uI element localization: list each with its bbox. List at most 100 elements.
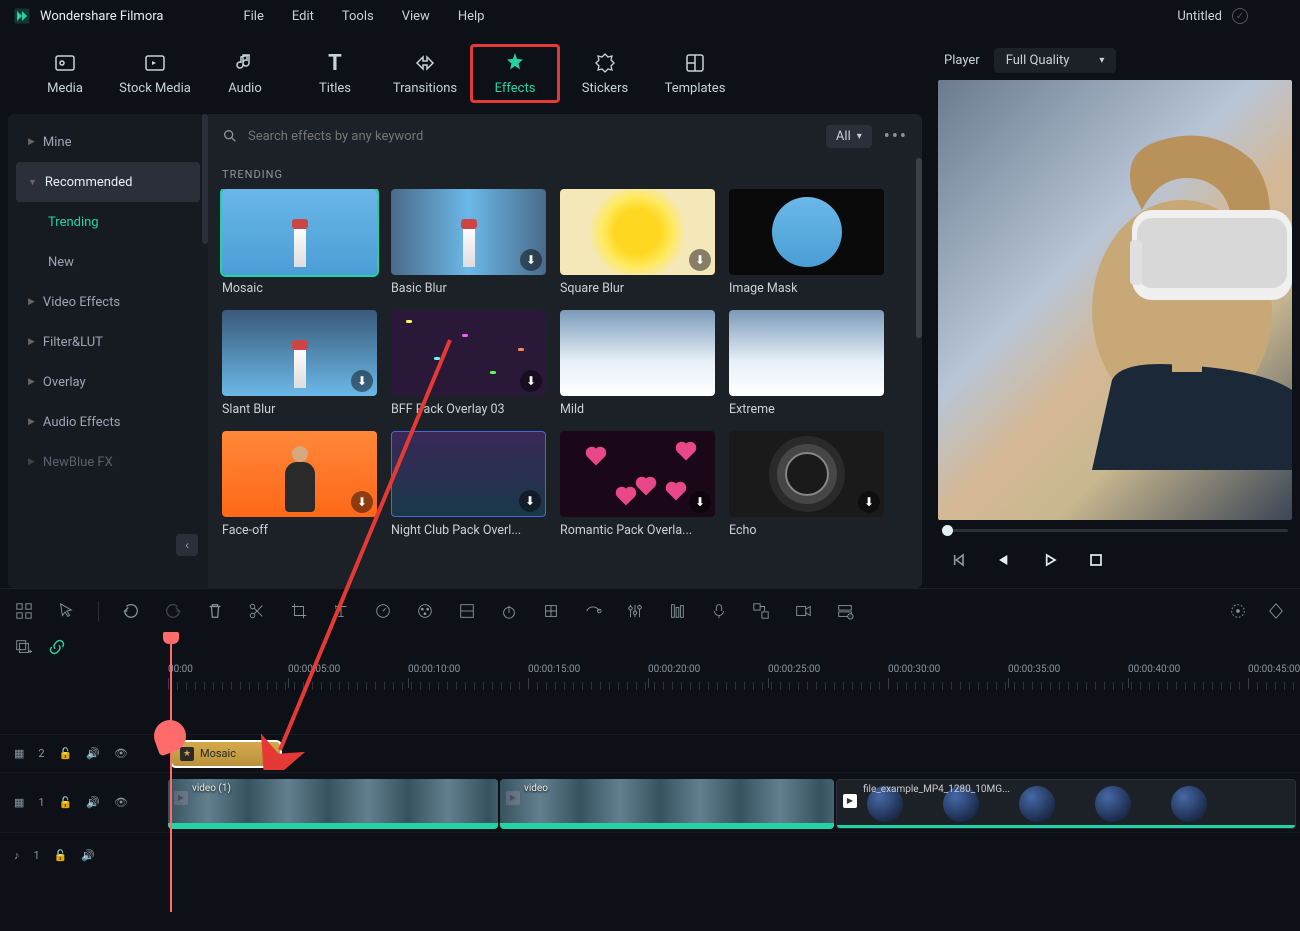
tab-audio[interactable]: Audio [200, 43, 290, 104]
effect-card[interactable]: ⬇BFF Pack Overlay 03 [391, 310, 546, 417]
marker-icon[interactable] [751, 601, 771, 621]
effect-thumbnail[interactable] [222, 189, 377, 275]
lock-icon[interactable]: 🔓 [59, 796, 73, 809]
sidebar-item-overlay[interactable]: ▶Overlay [16, 362, 200, 402]
zoom-settings-icon[interactable] [1228, 601, 1248, 621]
lock-icon[interactable]: 🔓 [59, 747, 73, 760]
sidebar-item-newblue[interactable]: ▶NewBlue FX [16, 442, 200, 482]
scrub-handle[interactable] [942, 525, 953, 536]
visibility-icon[interactable]: 👁 [114, 796, 128, 809]
text-icon[interactable]: I [331, 601, 351, 621]
effect-thumbnail[interactable]: ⬇ [222, 431, 377, 517]
speed-ramp-icon[interactable] [499, 601, 519, 621]
effect-thumbnail[interactable] [729, 189, 884, 275]
adjust-icon[interactable] [625, 601, 645, 621]
effect-thumbnail[interactable] [560, 310, 715, 396]
menu-help[interactable]: Help [458, 9, 485, 24]
effect-thumbnail[interactable] [729, 310, 884, 396]
effect-card[interactable]: Extreme [729, 310, 884, 417]
cursor-tool-icon[interactable] [56, 601, 76, 621]
delete-icon[interactable] [205, 601, 225, 621]
download-icon[interactable]: ⬇ [689, 249, 711, 271]
tab-effects[interactable]: Effects [470, 44, 560, 103]
effect-thumbnail[interactable]: ⬇ [222, 310, 377, 396]
video-clip-1[interactable]: ▶ video (1) [168, 779, 498, 829]
download-icon[interactable]: ⬇ [858, 491, 880, 513]
effect-thumbnail[interactable]: ⬇ [391, 431, 546, 517]
effect-thumbnail[interactable]: ⬇ [391, 310, 546, 396]
track-icon[interactable] [835, 601, 855, 621]
mute-icon[interactable]: 🔊 [86, 747, 100, 760]
cloud-sync-icon[interactable]: ✓ [1232, 8, 1248, 24]
download-icon[interactable]: ⬇ [519, 490, 541, 512]
download-icon[interactable]: ⬇ [351, 370, 373, 392]
search-input[interactable] [248, 129, 814, 144]
keyframe-icon[interactable] [541, 601, 561, 621]
video-clip-2[interactable]: ▶ video [500, 779, 834, 829]
filter-dropdown[interactable]: All▾ [826, 125, 872, 148]
tab-transitions[interactable]: Transitions [380, 43, 470, 104]
player-scrubber[interactable] [938, 520, 1292, 540]
sidebar-item-video-effects[interactable]: ▶Video Effects [16, 282, 200, 322]
grid-tool-icon[interactable] [14, 601, 34, 621]
menu-tools[interactable]: Tools [342, 9, 374, 24]
effect-card[interactable]: ⬇Square Blur [560, 189, 715, 296]
play-reverse-icon[interactable] [994, 550, 1014, 570]
flag-icon[interactable] [1266, 601, 1286, 621]
mute-icon[interactable]: 🔊 [81, 849, 95, 862]
color-icon[interactable] [415, 601, 435, 621]
playhead-handle[interactable] [163, 632, 179, 644]
effect-card[interactable]: ⬇Face-off [222, 431, 377, 538]
effect-thumbnail[interactable]: ⬇ [391, 189, 546, 275]
effect-card[interactable]: ⬇Night Club Pack Overl... [391, 431, 546, 538]
sidebar-collapse-button[interactable]: ‹ [176, 534, 198, 556]
effect-thumbnail[interactable]: ⬇ [560, 431, 715, 517]
menu-view[interactable]: View [402, 9, 430, 24]
effect-card[interactable]: ⬇Echo [729, 431, 884, 538]
stop-icon[interactable] [1086, 550, 1106, 570]
sidebar-item-recommended[interactable]: ▼Recommended [16, 162, 200, 202]
redo-icon[interactable] [163, 601, 183, 621]
lock-icon[interactable]: 🔓 [54, 849, 68, 862]
preview-viewport[interactable] [938, 80, 1292, 520]
menu-edit[interactable]: Edit [292, 9, 314, 24]
grid2-icon[interactable] [457, 601, 477, 621]
sidebar-sub-new[interactable]: New [16, 242, 200, 282]
timeline-ruler[interactable]: 00:0000:00:05:0000:00:10:0000:00:15:0000… [168, 664, 1300, 694]
effect-card[interactable]: ⬇Romantic Pack Overla... [560, 431, 715, 538]
tab-templates[interactable]: Templates [650, 43, 740, 104]
split-icon[interactable] [247, 601, 267, 621]
tab-stock-media[interactable]: Stock Media [110, 43, 200, 104]
crop-icon[interactable] [289, 601, 309, 621]
download-icon[interactable]: ⬇ [689, 491, 711, 513]
sidebar-item-filter-lut[interactable]: ▶Filter&LUT [16, 322, 200, 362]
download-icon[interactable]: ⬇ [351, 491, 373, 513]
effect-thumbnail[interactable]: ⬇ [729, 431, 884, 517]
effect-card[interactable]: Image Mask [729, 189, 884, 296]
undo-icon[interactable] [121, 601, 141, 621]
render-icon[interactable] [793, 601, 813, 621]
mixer-icon[interactable] [667, 601, 687, 621]
prev-frame-icon[interactable] [948, 550, 968, 570]
tab-media[interactable]: Media [20, 43, 110, 104]
menu-file[interactable]: File [243, 9, 263, 24]
fx-clip-mosaic[interactable]: ★ Mosaic [170, 740, 282, 768]
download-icon[interactable]: ⬇ [520, 370, 542, 392]
download-icon[interactable]: ⬇ [520, 249, 542, 271]
more-options-icon[interactable]: ••• [884, 126, 908, 147]
video-clip-3[interactable]: ▶ file_example_MP4_1280_10MG... [836, 779, 1296, 829]
visibility-icon[interactable]: 👁 [114, 747, 128, 760]
effect-card[interactable]: ⬇Slant Blur [222, 310, 377, 417]
effect-card[interactable]: Mosaic [222, 189, 377, 296]
sidebar-item-mine[interactable]: ▶Mine [16, 122, 200, 162]
play-icon[interactable] [1040, 550, 1060, 570]
tab-titles[interactable]: TTitles [290, 43, 380, 104]
effect-card[interactable]: ⬇Basic Blur [391, 189, 546, 296]
voiceover-icon[interactable] [709, 601, 729, 621]
tab-stickers[interactable]: Stickers [560, 43, 650, 104]
speed-icon[interactable] [373, 601, 393, 621]
link-icon[interactable] [48, 638, 68, 658]
add-track-icon[interactable] [14, 638, 34, 658]
sidebar-sub-trending[interactable]: Trending [16, 202, 200, 242]
effect-card[interactable]: Mild [560, 310, 715, 417]
